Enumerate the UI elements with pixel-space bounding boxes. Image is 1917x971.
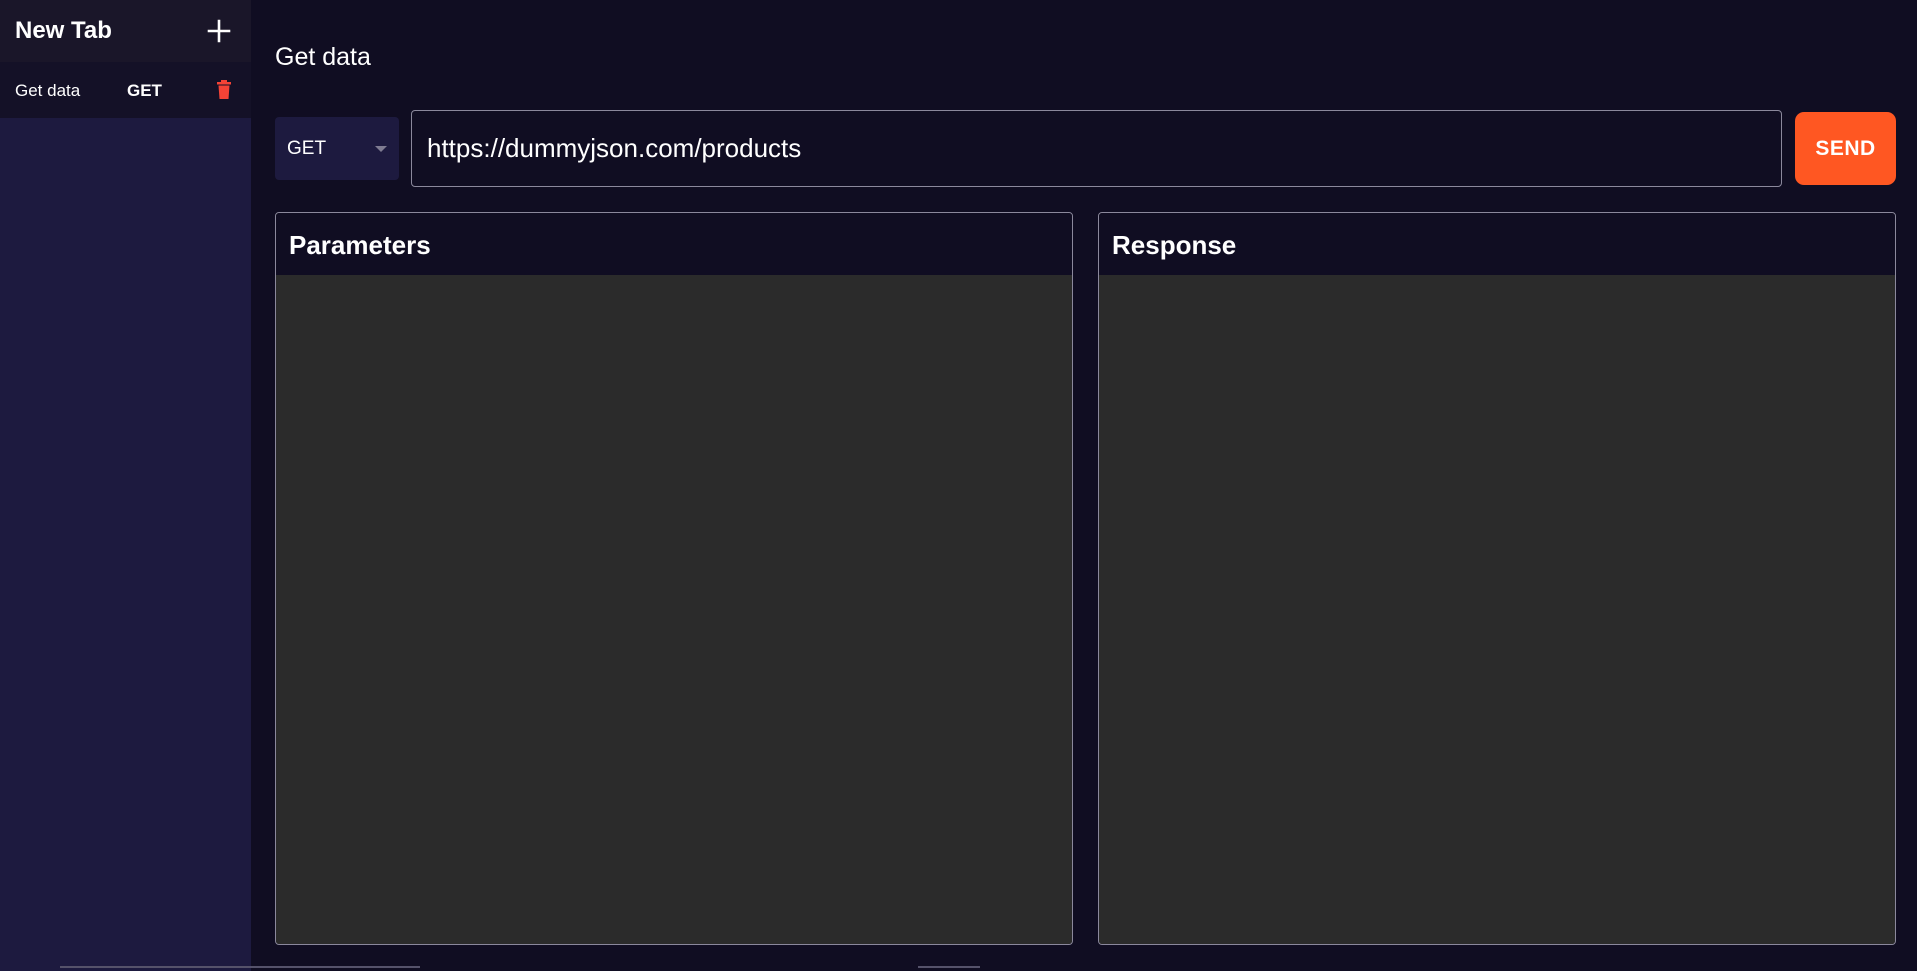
tab-item-name: Get data bbox=[15, 81, 81, 100]
tab-item-method: GET bbox=[127, 81, 162, 100]
response-panel-header: Response bbox=[1099, 213, 1895, 275]
sidebar-header: New Tab bbox=[0, 0, 251, 62]
horizontal-scrollbar-right[interactable] bbox=[918, 966, 980, 968]
method-select[interactable]: GET bbox=[275, 117, 399, 180]
parameters-panel-header: Parameters bbox=[276, 213, 1072, 275]
horizontal-scrollbar-left[interactable] bbox=[60, 966, 420, 968]
sidebar-title: New Tab bbox=[15, 17, 112, 44]
parameters-panel: Parameters bbox=[275, 212, 1073, 945]
response-title: Response bbox=[1112, 230, 1237, 260]
page-title: Get data bbox=[275, 43, 371, 71]
chevron-down-icon bbox=[375, 146, 387, 152]
sidebar: New Tab Get data GET bbox=[0, 0, 251, 971]
parameters-panel-body[interactable] bbox=[276, 275, 1072, 944]
response-panel-body[interactable] bbox=[1099, 275, 1895, 944]
url-input[interactable] bbox=[411, 110, 1782, 187]
sidebar-tab-item[interactable]: Get data GET bbox=[0, 62, 251, 118]
app-window: New Tab Get data GET Get data GET SEND bbox=[0, 0, 1917, 971]
response-panel: Response bbox=[1098, 212, 1896, 945]
send-button[interactable]: SEND bbox=[1795, 112, 1896, 185]
method-select-value: GET bbox=[287, 138, 327, 159]
trash-icon bbox=[217, 80, 231, 99]
delete-tab-button[interactable] bbox=[215, 80, 233, 100]
parameters-title: Parameters bbox=[289, 230, 431, 260]
add-tab-button[interactable] bbox=[203, 15, 235, 47]
plus-icon bbox=[207, 19, 231, 43]
